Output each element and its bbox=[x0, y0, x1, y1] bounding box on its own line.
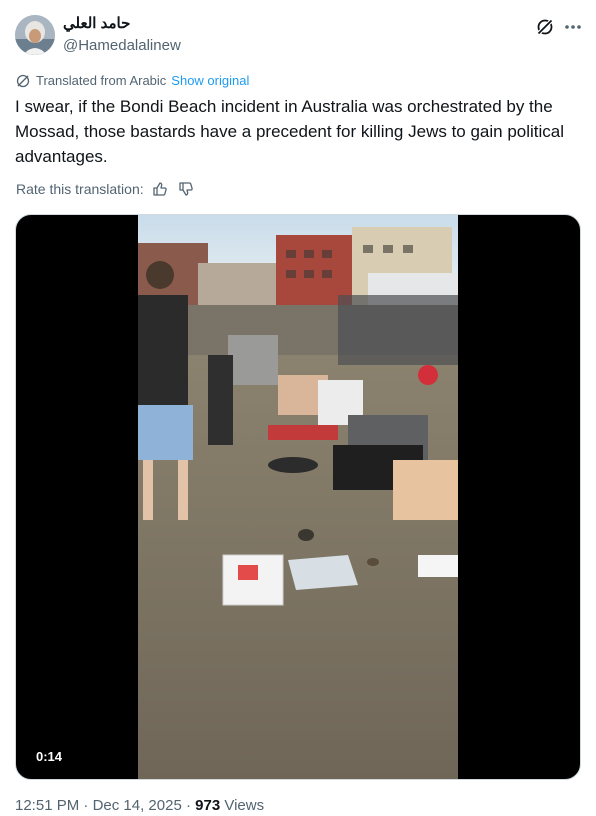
thumbs-down-icon[interactable] bbox=[178, 181, 194, 197]
video-frame[interactable] bbox=[138, 215, 458, 779]
video-duration: 0:14 bbox=[36, 749, 63, 764]
display-name[interactable]: حامد العلي bbox=[63, 14, 130, 32]
views-label: Views bbox=[224, 797, 265, 814]
globe-icon bbox=[16, 74, 30, 87]
user-handle[interactable]: @Hamedalalinew bbox=[63, 37, 181, 54]
rate-translation: Rate this translation: bbox=[16, 181, 194, 197]
translation-notice: Translated from Arabic Show original bbox=[16, 73, 249, 88]
avatar-image bbox=[15, 15, 55, 55]
thumbs-up-icon[interactable] bbox=[152, 181, 168, 197]
tweet-time[interactable]: 12:51 PM bbox=[15, 797, 79, 814]
meta-separator-2: · bbox=[185, 797, 191, 814]
grok-icon[interactable] bbox=[535, 17, 555, 37]
more-icon[interactable] bbox=[563, 17, 583, 37]
avatar[interactable] bbox=[15, 15, 55, 55]
video-player[interactable]: 0:14 bbox=[15, 214, 581, 780]
tweet-date[interactable]: Dec 14, 2025 bbox=[93, 797, 182, 814]
show-original-link[interactable]: Show original bbox=[171, 73, 249, 88]
tweet-text: I swear, if the Bondi Beach incident in … bbox=[15, 97, 565, 166]
rate-label: Rate this translation: bbox=[16, 181, 144, 197]
translated-label: Translated from Arabic bbox=[36, 73, 167, 88]
views-count: 973 bbox=[195, 797, 221, 814]
meta-separator: · bbox=[83, 797, 89, 814]
tweet-meta: 12:51 PM · Dec 14, 2025 · 973 Views bbox=[15, 797, 264, 814]
video-still bbox=[138, 215, 458, 779]
